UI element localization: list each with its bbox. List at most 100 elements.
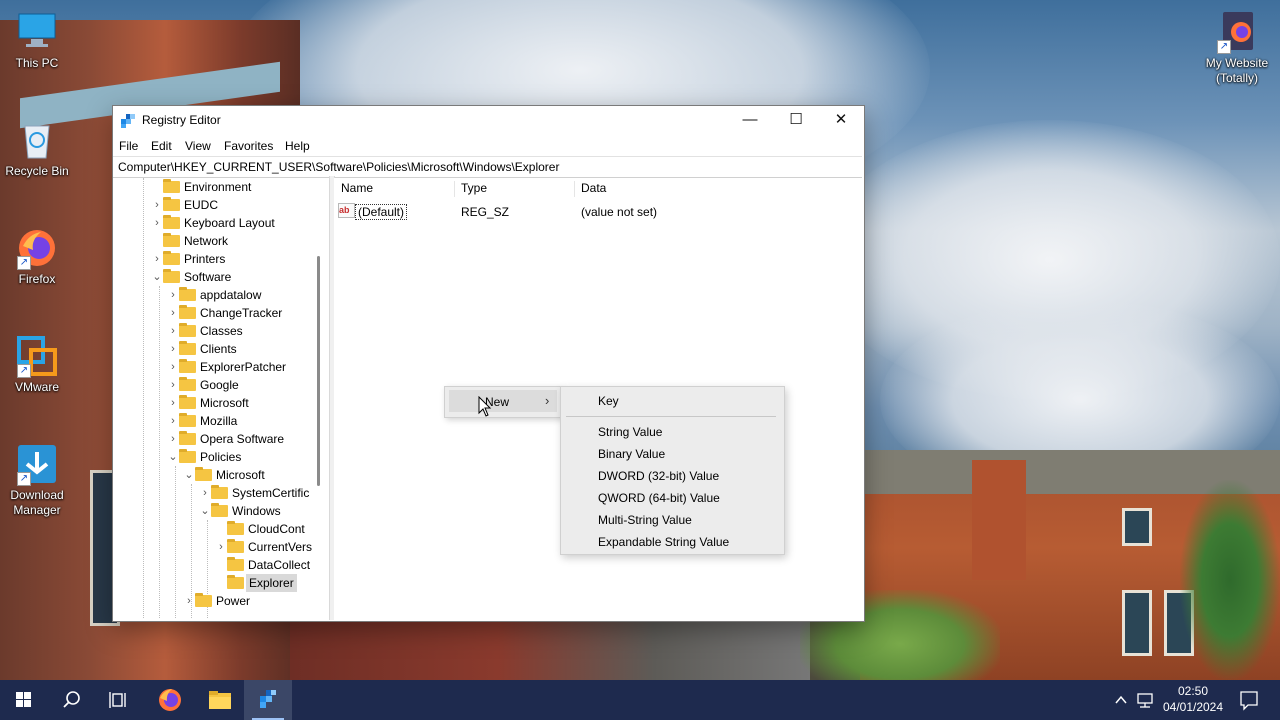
tree-item-label: Policies: [200, 450, 242, 464]
expand-chevron-icon[interactable]: ›: [151, 214, 163, 232]
task-view-button[interactable]: [96, 680, 144, 720]
expand-chevron-icon[interactable]: ›: [167, 412, 179, 430]
expand-chevron-icon[interactable]: ›: [167, 322, 179, 340]
desktop-icon-my-website[interactable]: ↗ My Website (Totally): [1200, 10, 1274, 86]
wallpaper-window: [1122, 590, 1152, 656]
clock-date: 04/01/2024: [1162, 700, 1224, 714]
search-button[interactable]: [48, 680, 96, 720]
context-menu: New ›: [444, 386, 562, 418]
folder-icon: [227, 539, 244, 553]
desktop-icon-label: My Website (Totally): [1205, 56, 1269, 85]
tree-vertical-scrollbar[interactable]: [316, 178, 322, 608]
address-bar[interactable]: Computer\HKEY_CURRENT_USER\Software\Poli…: [113, 156, 862, 178]
folder-icon: [227, 521, 244, 535]
folder-icon: [179, 359, 196, 373]
expand-chevron-icon[interactable]: ›: [167, 286, 179, 304]
desktop-icon-label: Recycle Bin: [5, 164, 69, 178]
wallpaper-chimney: [972, 460, 1026, 580]
menu-view[interactable]: View: [185, 139, 211, 153]
folder-icon: [179, 431, 196, 445]
expand-chevron-icon[interactable]: ›: [167, 358, 179, 376]
value-data: (value not set): [581, 205, 658, 219]
menu-item-qword-value[interactable]: QWORD (64-bit) Value: [598, 491, 720, 505]
folder-icon: [211, 485, 228, 499]
expand-chevron-icon[interactable]: ›: [215, 538, 227, 556]
menu-item-dword-value[interactable]: DWORD (32-bit) Value: [598, 469, 719, 483]
tree-item-label: Clients: [200, 342, 237, 356]
folder-icon: [179, 413, 196, 427]
collapse-chevron-icon[interactable]: ⌄: [199, 502, 211, 520]
title-bar[interactable]: Registry Editor — ☐ ✕: [113, 106, 864, 136]
menu-item-binary-value[interactable]: Binary Value: [598, 447, 665, 461]
tree-item-label: Microsoft: [216, 468, 265, 482]
tree-item-label: appdatalow: [200, 288, 262, 302]
address-path: Computer\HKEY_CURRENT_USER\Software\Poli…: [118, 160, 560, 174]
expand-chevron-icon[interactable]: ›: [151, 250, 163, 268]
collapse-chevron-icon[interactable]: ⌄: [151, 268, 163, 286]
folder-icon: [179, 341, 196, 355]
tree-item-label: Opera Software: [200, 432, 285, 446]
website-shortcut-icon: ↗: [1215, 10, 1259, 54]
collapse-chevron-icon[interactable]: ⌄: [183, 466, 195, 484]
menu-item-expandable-string-value[interactable]: Expandable String Value: [598, 535, 729, 549]
minimize-button[interactable]: —: [727, 106, 773, 136]
taskbar-firefox[interactable]: [146, 680, 194, 720]
menu-edit[interactable]: Edit: [151, 139, 172, 153]
tree-item-label: Keyboard Layout: [184, 216, 275, 230]
wallpaper-window: [1122, 508, 1152, 546]
taskbar-clock[interactable]: 02:50 04/01/2024: [1158, 683, 1228, 715]
key-tree[interactable]: Environment › EUDC › Keyboard Layout Netwo…: [113, 178, 329, 620]
menu-file[interactable]: File: [119, 139, 138, 153]
expand-chevron-icon[interactable]: ›: [167, 304, 179, 322]
desktop-icon-recycle-bin[interactable]: Recycle Bin: [0, 118, 74, 179]
menu-help[interactable]: Help: [285, 139, 310, 153]
expand-chevron-icon[interactable]: ›: [167, 376, 179, 394]
column-divider[interactable]: [454, 181, 455, 197]
folder-icon: [163, 215, 180, 229]
tree-item-label: Microsoft: [200, 396, 249, 410]
menu-favorites[interactable]: Favorites: [224, 139, 273, 153]
taskbar-registry-editor[interactable]: [244, 680, 292, 720]
menu-bar: File Edit View Favorites Help: [113, 136, 864, 156]
desktop-icon-download-manager[interactable]: ↗ Download Manager: [0, 442, 74, 518]
expand-chevron-icon[interactable]: ›: [199, 484, 211, 502]
shortcut-arrow-icon: ↗: [17, 256, 31, 270]
column-header-type[interactable]: Type: [461, 178, 487, 198]
desktop-icon-vmware[interactable]: ↗ VMware: [0, 334, 74, 395]
column-header-name[interactable]: Name: [341, 178, 373, 198]
desktop-icon-firefox[interactable]: ↗ Firefox: [0, 226, 74, 287]
scrollbar-thumb[interactable]: [317, 256, 320, 486]
task-view-icon: [109, 692, 126, 708]
notifications-button[interactable]: [1234, 680, 1264, 720]
folder-icon: [209, 691, 231, 709]
menu-item-new[interactable]: New ›: [449, 390, 557, 412]
tree-item-label: SystemCertific: [232, 486, 310, 500]
menu-item-key[interactable]: Key: [598, 394, 619, 408]
menu-item-string-value[interactable]: String Value: [598, 425, 662, 439]
expand-chevron-icon[interactable]: ›: [167, 394, 179, 412]
folder-icon: [179, 449, 196, 463]
show-hidden-icons-button[interactable]: [1112, 680, 1130, 720]
menu-item-multi-string-value[interactable]: Multi-String Value: [598, 513, 692, 527]
tree-item-label: CloudCont: [248, 522, 305, 536]
expand-chevron-icon[interactable]: ›: [167, 340, 179, 358]
network-icon: [1137, 693, 1153, 708]
folder-icon: [227, 557, 244, 571]
collapse-chevron-icon[interactable]: ⌄: [167, 448, 179, 466]
registry-editor-icon: [260, 690, 276, 708]
network-status[interactable]: [1134, 680, 1156, 720]
window-title: Registry Editor: [142, 113, 221, 127]
expand-chevron-icon[interactable]: ›: [183, 592, 195, 610]
expand-chevron-icon[interactable]: ›: [167, 430, 179, 448]
desktop-icon-this-pc[interactable]: This PC: [0, 10, 74, 71]
taskbar-file-explorer[interactable]: [196, 680, 244, 720]
close-button[interactable]: ✕: [818, 106, 864, 136]
column-header-data[interactable]: Data: [581, 178, 606, 198]
folder-icon: [163, 251, 180, 265]
start-button[interactable]: [0, 680, 48, 720]
column-divider[interactable]: [574, 181, 575, 197]
expand-chevron-icon[interactable]: ›: [151, 196, 163, 214]
tree-item-label: Windows: [232, 504, 281, 518]
maximize-button[interactable]: ☐: [773, 106, 819, 136]
windows-logo-icon: [16, 692, 31, 707]
